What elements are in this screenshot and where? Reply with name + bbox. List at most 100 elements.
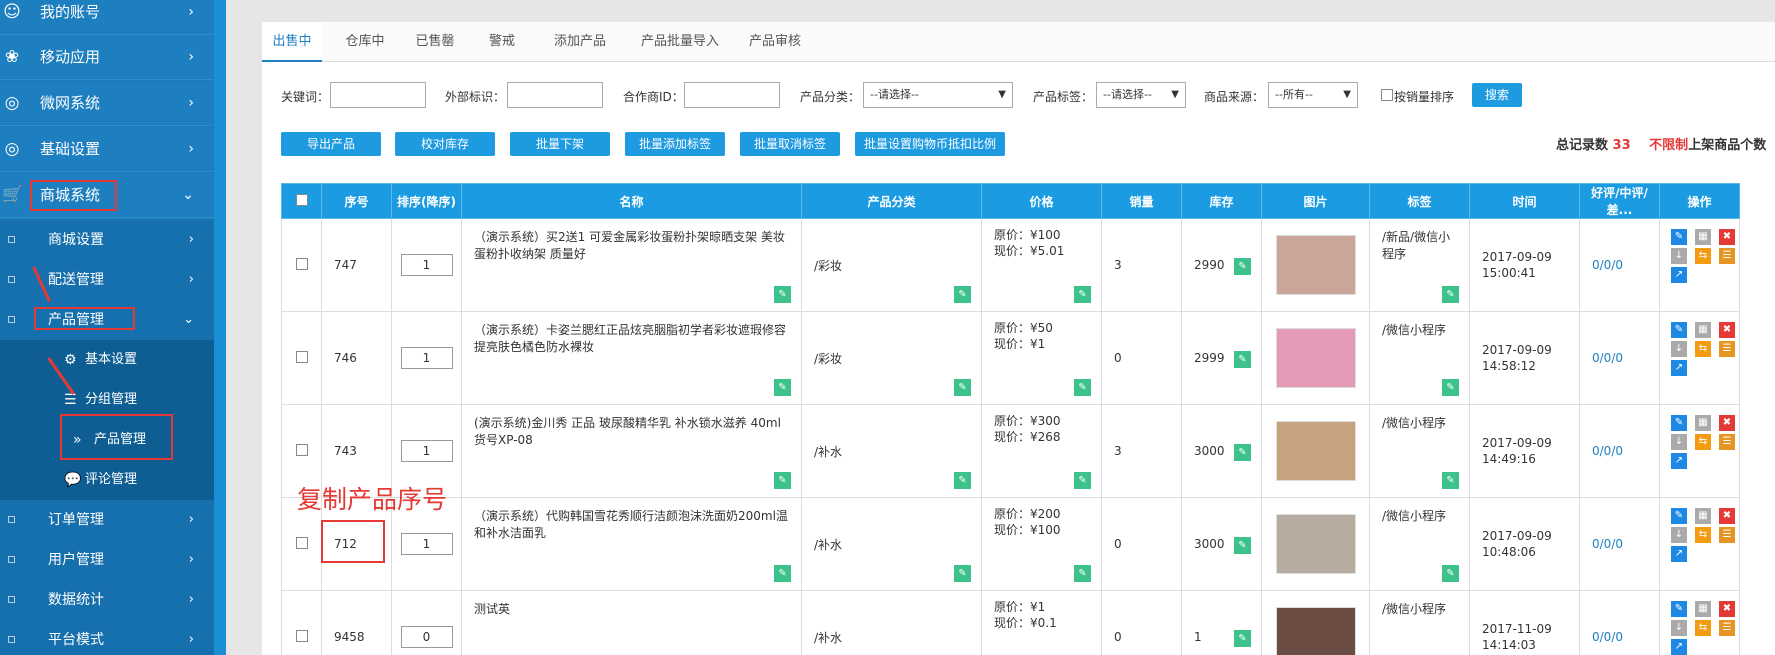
- sort-input[interactable]: 1: [400, 347, 453, 369]
- edit-icon[interactable]: ✎: [1671, 415, 1687, 431]
- sidebar-item-mall-settings[interactable]: 商城设置 ›: [0, 220, 214, 260]
- share-icon[interactable]: ↗: [1671, 546, 1687, 562]
- tab-on-sale[interactable]: 出售中: [262, 22, 322, 62]
- download-icon[interactable]: ↓: [1671, 527, 1687, 543]
- edit-stock-icon[interactable]: ✎: [1234, 258, 1251, 275]
- list-icon[interactable]: ☰: [1719, 434, 1735, 450]
- qrcode-icon[interactable]: ▦: [1695, 322, 1711, 338]
- sort-input[interactable]: 1: [400, 254, 453, 276]
- sidebar-item-mobile-apps[interactable]: ❀ 移动应用 ›: [0, 35, 214, 80]
- sidebar-item-my-account[interactable]: ☺ 我的账号 ›: [0, 0, 214, 35]
- swap-icon[interactable]: ⇆: [1695, 527, 1711, 543]
- tab-product-review[interactable]: 产品审核: [740, 22, 810, 62]
- swap-icon[interactable]: ⇆: [1695, 434, 1711, 450]
- swap-icon[interactable]: ⇆: [1695, 620, 1711, 636]
- edit-name-icon[interactable]: ✎: [774, 379, 791, 396]
- row-checkbox[interactable]: [295, 350, 308, 363]
- delete-icon[interactable]: ✖: [1719, 322, 1735, 338]
- share-icon[interactable]: ↗: [1671, 453, 1687, 469]
- edit-icon[interactable]: ✎: [1671, 508, 1687, 524]
- sort-by-sales-checkbox[interactable]: [1381, 89, 1393, 101]
- product-thumbnail[interactable]: [1275, 235, 1356, 295]
- rating-cell[interactable]: 0/0/0: [1579, 497, 1660, 591]
- partner-id-input[interactable]: [684, 82, 780, 108]
- row-checkbox[interactable]: [295, 257, 308, 270]
- category-select[interactable]: --请选择-- ▼: [863, 82, 1013, 108]
- swap-icon[interactable]: ⇆: [1695, 341, 1711, 357]
- edit-tag-icon[interactable]: ✎: [1442, 472, 1459, 489]
- row-checkbox[interactable]: [295, 536, 308, 549]
- search-button[interactable]: 搜索: [1472, 83, 1522, 107]
- sort-input[interactable]: 1: [400, 533, 453, 555]
- batch-remove-tag-button[interactable]: 批量取消标签: [740, 132, 840, 156]
- edit-name-icon[interactable]: ✎: [774, 286, 791, 303]
- source-select[interactable]: --所有-- ▼: [1268, 82, 1358, 108]
- external-id-input[interactable]: [507, 82, 603, 108]
- edit-category-icon[interactable]: ✎: [954, 565, 971, 582]
- sidebar-item-platform[interactable]: 平台模式 ›: [0, 620, 214, 655]
- delete-icon[interactable]: ✖: [1719, 415, 1735, 431]
- sidebar-item-delivery[interactable]: 配送管理 ›: [0, 260, 214, 300]
- tab-alert[interactable]: 警戒: [477, 22, 527, 62]
- edit-price-icon[interactable]: ✎: [1074, 472, 1091, 489]
- edit-tag-icon[interactable]: ✎: [1442, 379, 1459, 396]
- product-thumbnail[interactable]: [1275, 607, 1356, 655]
- edit-tag-icon[interactable]: ✎: [1442, 565, 1459, 582]
- edit-price-icon[interactable]: ✎: [1074, 565, 1091, 582]
- edit-stock-icon[interactable]: ✎: [1234, 630, 1251, 647]
- delete-icon[interactable]: ✖: [1719, 601, 1735, 617]
- sidebar-scrollbar[interactable]: [214, 0, 226, 655]
- delete-icon[interactable]: ✖: [1719, 508, 1735, 524]
- edit-stock-icon[interactable]: ✎: [1234, 444, 1251, 461]
- batch-set-coin-ratio-button[interactable]: 批量设置购物币抵扣比例: [855, 132, 1005, 156]
- export-products-button[interactable]: 导出产品: [281, 132, 381, 156]
- tab-batch-import[interactable]: 产品批量导入: [630, 22, 730, 62]
- tab-add-product[interactable]: 添加产品: [545, 22, 615, 62]
- product-thumbnail[interactable]: [1275, 328, 1356, 388]
- row-checkbox[interactable]: [295, 629, 308, 642]
- edit-name-icon[interactable]: ✎: [774, 565, 791, 582]
- qrcode-icon[interactable]: ▦: [1695, 229, 1711, 245]
- select-all-checkbox[interactable]: [295, 193, 308, 206]
- row-checkbox[interactable]: [295, 443, 308, 456]
- sort-input[interactable]: 1: [400, 440, 453, 462]
- list-icon[interactable]: ☰: [1719, 248, 1735, 264]
- sidebar-subitem-basic-settings[interactable]: ⚙ 基本设置: [0, 340, 214, 380]
- edit-category-icon[interactable]: ✎: [954, 472, 971, 489]
- list-icon[interactable]: ☰: [1719, 527, 1735, 543]
- sidebar-item-stats[interactable]: 数据统计 ›: [0, 580, 214, 620]
- keyword-input[interactable]: [330, 82, 426, 108]
- share-icon[interactable]: ↗: [1671, 360, 1687, 376]
- batch-add-tag-button[interactable]: 批量添加标签: [625, 132, 725, 156]
- rating-cell[interactable]: 0/0/0: [1579, 311, 1660, 405]
- list-icon[interactable]: ☰: [1719, 620, 1735, 636]
- rating-cell[interactable]: 0/0/0: [1579, 590, 1660, 655]
- download-icon[interactable]: ↓: [1671, 248, 1687, 264]
- swap-icon[interactable]: ⇆: [1695, 248, 1711, 264]
- share-icon[interactable]: ↗: [1671, 267, 1687, 283]
- share-icon[interactable]: ↗: [1671, 639, 1687, 655]
- edit-name-icon[interactable]: ✎: [774, 472, 791, 489]
- download-icon[interactable]: ↓: [1671, 341, 1687, 357]
- batch-unshelve-button[interactable]: 批量下架: [510, 132, 610, 156]
- tag-select[interactable]: --请选择-- ▼: [1096, 82, 1186, 108]
- edit-category-icon[interactable]: ✎: [954, 286, 971, 303]
- edit-price-icon[interactable]: ✎: [1074, 379, 1091, 396]
- sidebar-item-micro-site[interactable]: ◎ 微网系统 ›: [0, 81, 214, 126]
- edit-icon[interactable]: ✎: [1671, 601, 1687, 617]
- qrcode-icon[interactable]: ▦: [1695, 508, 1711, 524]
- delete-icon[interactable]: ✖: [1719, 229, 1735, 245]
- product-thumbnail[interactable]: [1275, 421, 1356, 481]
- sidebar-subitem-review-mgmt[interactable]: 💬 评论管理: [0, 460, 214, 500]
- rating-cell[interactable]: 0/0/0: [1579, 404, 1660, 498]
- sidebar-item-orders[interactable]: 订单管理 ›: [0, 500, 214, 540]
- sort-input[interactable]: 0: [400, 626, 453, 648]
- qrcode-icon[interactable]: ▦: [1695, 601, 1711, 617]
- edit-category-icon[interactable]: ✎: [954, 379, 971, 396]
- tab-warehouse[interactable]: 仓库中: [335, 22, 395, 62]
- download-icon[interactable]: ↓: [1671, 434, 1687, 450]
- qrcode-icon[interactable]: ▦: [1695, 415, 1711, 431]
- edit-stock-icon[interactable]: ✎: [1234, 537, 1251, 554]
- edit-stock-icon[interactable]: ✎: [1234, 351, 1251, 368]
- edit-icon[interactable]: ✎: [1671, 229, 1687, 245]
